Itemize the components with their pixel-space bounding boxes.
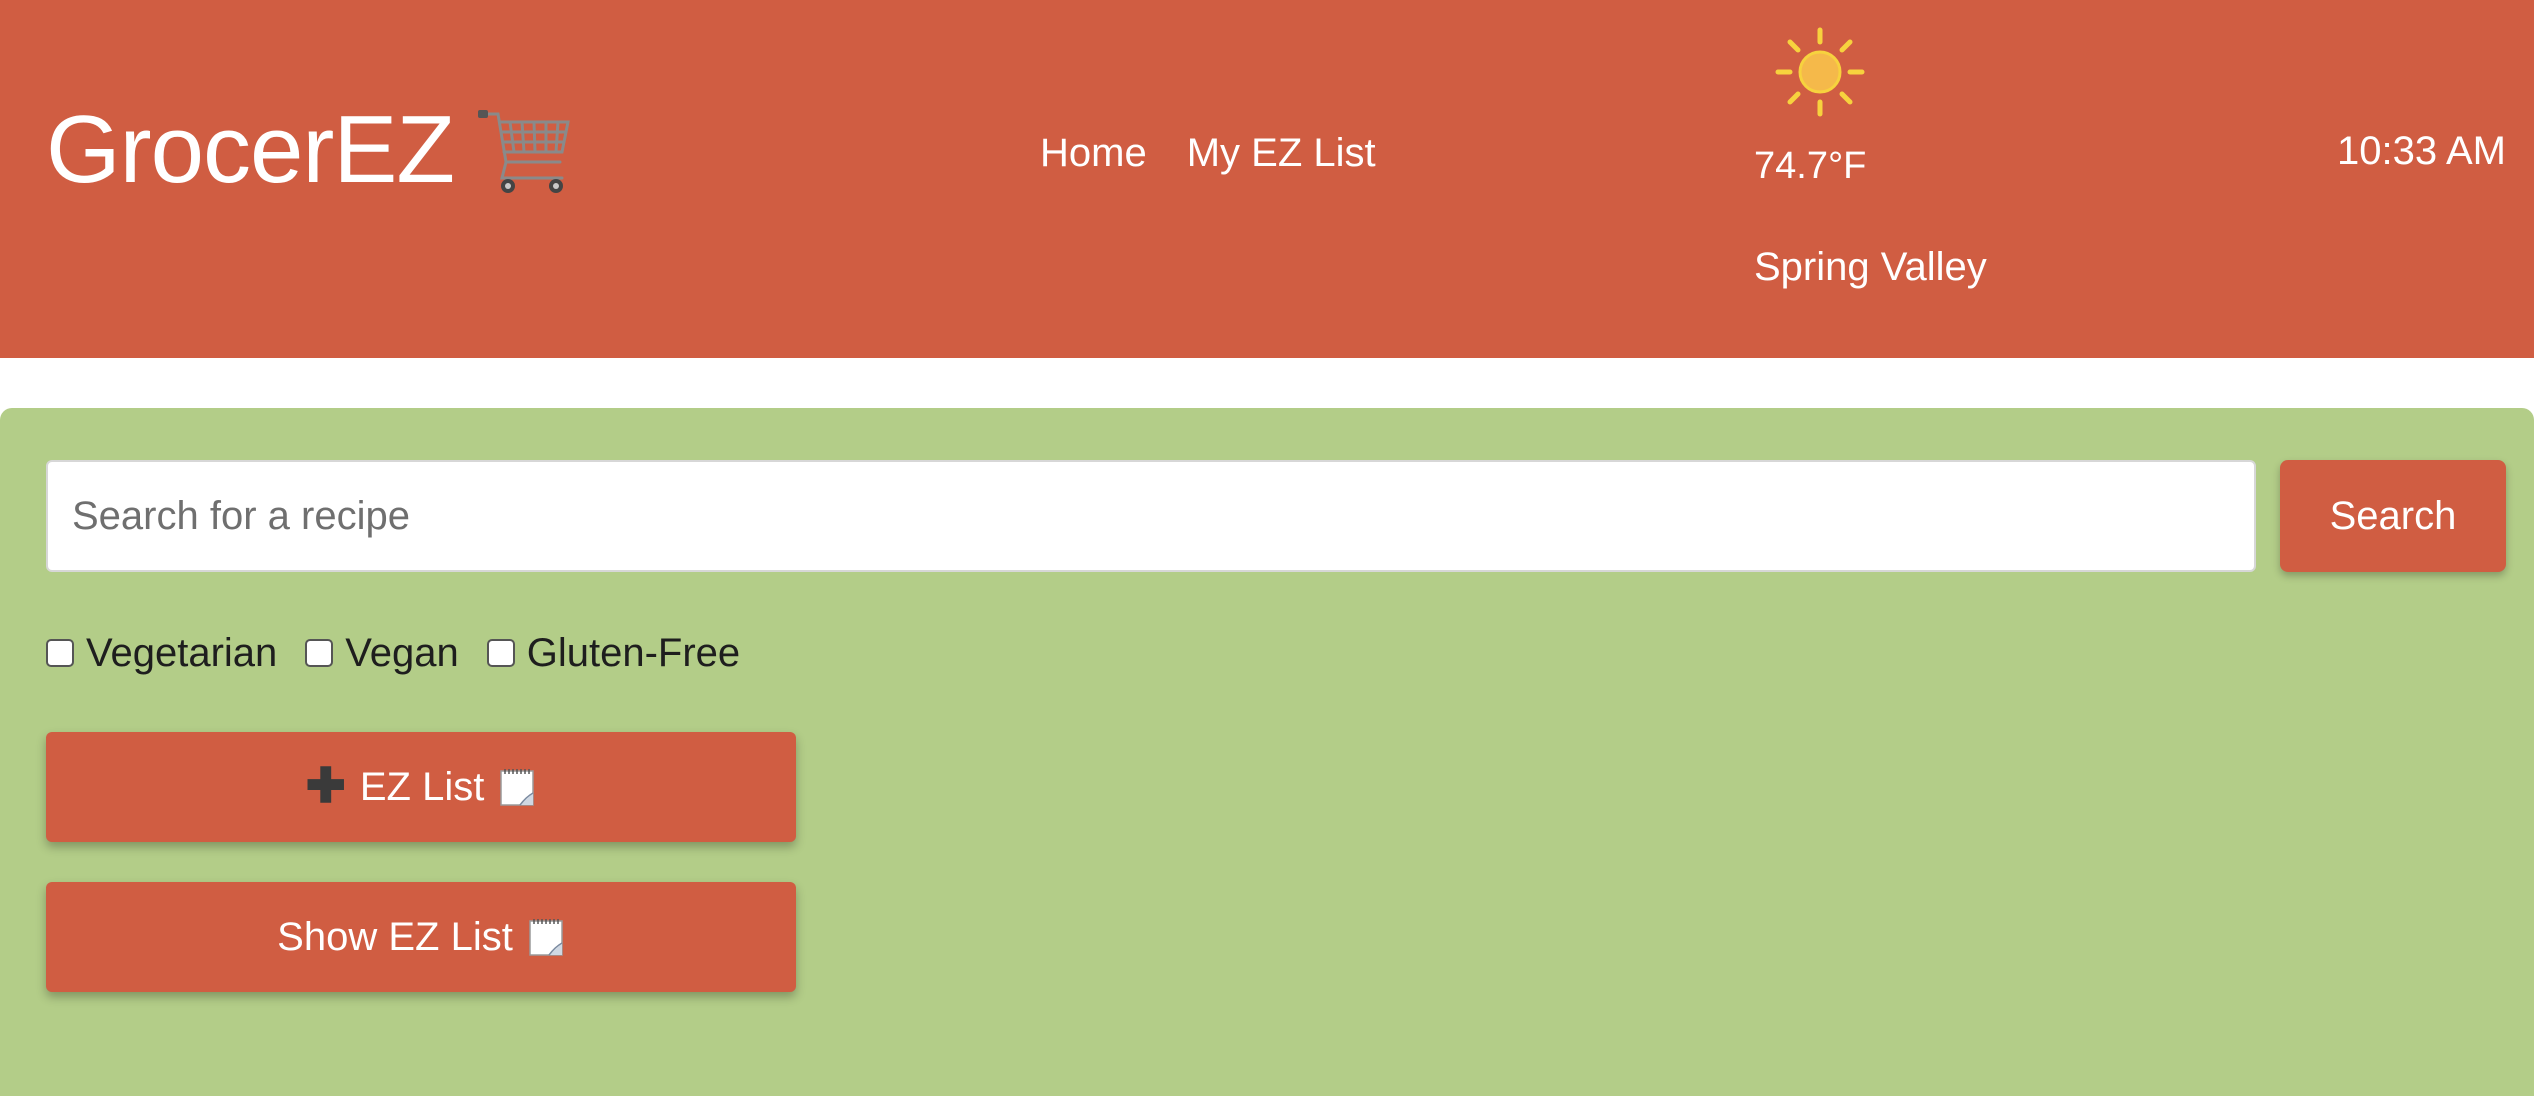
- filter-vegetarian[interactable]: Vegetarian: [46, 630, 277, 676]
- temperature-text: 74.7°F: [1754, 145, 1867, 187]
- filter-vegan[interactable]: Vegan: [305, 630, 459, 676]
- vegetarian-label: Vegetarian: [86, 631, 278, 675]
- recipe-search-panel: Search Vegetarian Vegan Gluten-Free ✚ EZ…: [0, 408, 2534, 1096]
- vegan-checkbox[interactable]: [305, 639, 334, 667]
- brand-title[interactable]: GrocerEZ: [46, 102, 455, 198]
- gluten-free-label: Gluten-Free: [526, 631, 741, 675]
- app-header: GrocerEZ Home My EZ List 74.7°F Spring V…: [0, 0, 2534, 358]
- vegetarian-checkbox[interactable]: [46, 639, 74, 667]
- shopping-cart-icon: [476, 100, 576, 200]
- nav-my-ez-list-link[interactable]: My EZ List: [1187, 130, 1376, 176]
- search-row: Search: [46, 460, 2506, 572]
- current-time: 10:33 AM: [2336, 129, 2506, 173]
- add-ez-list-label: EZ List: [359, 764, 485, 809]
- vegan-label: Vegan: [345, 631, 459, 675]
- weather-widget: 74.7°F Spring Valley: [1754, 26, 2154, 306]
- search-button[interactable]: Search: [2280, 460, 2506, 572]
- recipe-search-input[interactable]: [46, 460, 2256, 572]
- show-ez-list-button[interactable]: Show EZ List: [46, 882, 796, 992]
- filter-gluten-free[interactable]: Gluten-Free: [486, 630, 741, 676]
- diet-filters: Vegetarian Vegan Gluten-Free: [46, 630, 740, 676]
- notepad-icon: [527, 917, 565, 957]
- notepad-icon: [498, 767, 536, 807]
- nav-home-link[interactable]: Home: [1040, 130, 1147, 176]
- gluten-free-checkbox[interactable]: [486, 639, 515, 667]
- city-name: Spring Valley: [1754, 245, 1987, 289]
- brand[interactable]: GrocerEZ: [46, 100, 576, 200]
- plus-icon: ✚: [305, 760, 346, 813]
- show-ez-list-label: Show EZ List: [277, 914, 513, 959]
- add-ez-list-button[interactable]: ✚ EZ List: [46, 732, 796, 842]
- main-nav: Home My EZ List: [1040, 130, 1376, 176]
